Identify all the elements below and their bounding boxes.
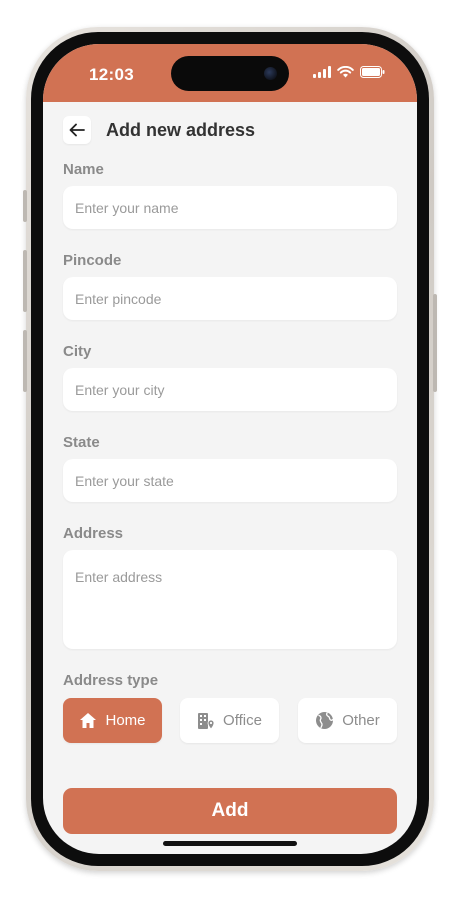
signal-icon [313, 66, 331, 78]
add-button[interactable]: Add [63, 788, 397, 834]
state-label: State [63, 434, 100, 451]
page-header: Add new address [63, 116, 255, 144]
volume-down-button [23, 330, 27, 392]
action-button [23, 190, 27, 222]
volume-up-button [23, 250, 27, 312]
back-button[interactable] [63, 116, 91, 144]
home-icon [80, 713, 97, 728]
office-building-icon [198, 712, 215, 730]
home-indicator[interactable] [163, 841, 297, 846]
arrow-left-icon [69, 123, 85, 137]
power-button [433, 294, 437, 392]
phone-mockup: 12:03 Add new address Name Enter your na… [0, 0, 460, 900]
address-label: Address [63, 525, 124, 542]
address-type-office-label: Office [223, 712, 262, 729]
name-input[interactable] [63, 186, 397, 229]
state-input[interactable] [63, 459, 397, 502]
globe-icon [316, 712, 334, 729]
app-screen: 12:03 Add new address Name Enter your na… [43, 44, 417, 854]
status-icons [313, 66, 385, 78]
address-type-home-button[interactable]: Home [63, 698, 162, 743]
status-bar: 12:03 [43, 44, 417, 102]
address-textarea[interactable] [63, 550, 397, 649]
address-type-other-button[interactable]: Other [298, 698, 397, 743]
wifi-icon [337, 66, 354, 78]
address-type-other-label: Other [342, 712, 380, 729]
pincode-label: Pincode [63, 252, 122, 269]
battery-icon [360, 66, 385, 78]
address-type-office-button[interactable]: Office [180, 698, 279, 743]
address-type-label: Address type [63, 672, 159, 689]
camera-icon [264, 67, 277, 80]
city-label: City [63, 343, 92, 360]
page-title: Add new address [106, 119, 256, 140]
pincode-input[interactable] [63, 277, 397, 320]
name-label: Name [63, 161, 104, 178]
address-type-home-label: Home [105, 712, 146, 729]
city-input[interactable] [63, 368, 397, 411]
status-time: 12:03 [89, 65, 134, 84]
dynamic-island [171, 56, 289, 91]
